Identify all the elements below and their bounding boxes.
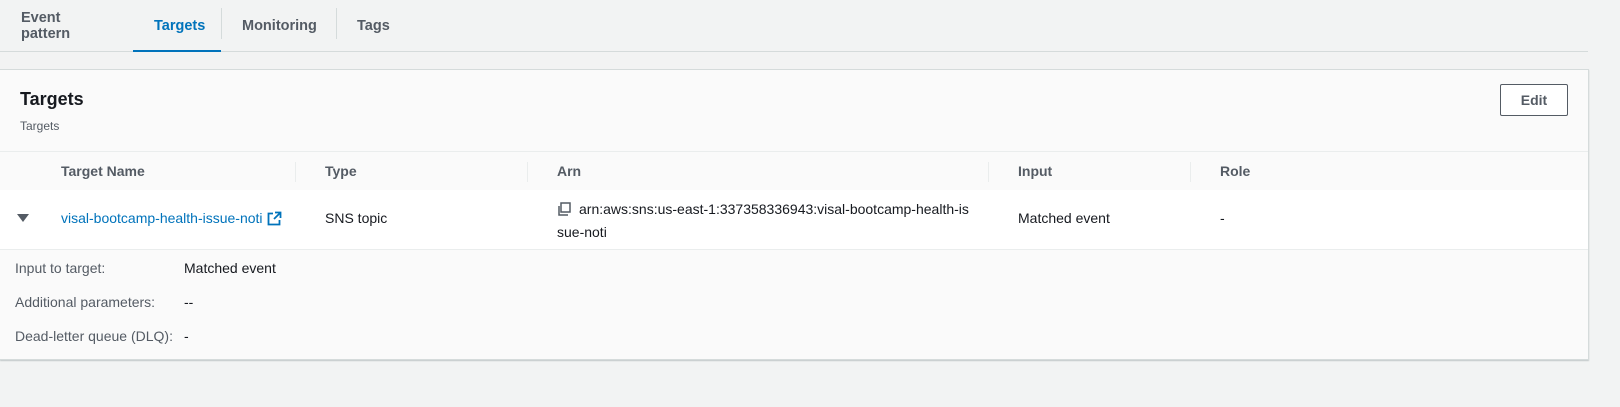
input-cell: Matched event — [1018, 210, 1110, 226]
detail-label: Additional parameters: — [15, 294, 156, 310]
type-cell: SNS topic — [325, 210, 388, 226]
panel-title: Targets — [20, 89, 84, 109]
arn-cell: arn:aws:sns:us-east-1:337358336943:visal… — [557, 199, 987, 243]
copy-icon[interactable] — [557, 201, 571, 222]
role-cell: - — [1220, 210, 1225, 226]
arn-value-line1: arn:aws:sns:us-east-1:337358336943:visal… — [579, 201, 969, 217]
column-header-type[interactable]: Type — [295, 152, 357, 190]
tab-bar: Event pattern Targets Monitoring Tags — [0, 0, 1588, 52]
column-header-arn[interactable]: Arn — [526, 152, 581, 190]
targets-panel: Targets Targets Edit Target Name Type Ar… — [0, 69, 1589, 360]
table-header: Target Name Type Arn Input Role — [0, 151, 1588, 191]
tab-monitoring[interactable]: Monitoring — [221, 0, 336, 51]
detail-value: Matched event — [184, 260, 276, 276]
tab-event-pattern[interactable]: Event pattern — [0, 0, 133, 51]
detail-value: -- — [184, 294, 194, 310]
panel-description: Targets — [20, 119, 60, 133]
detail-value: - — [184, 328, 189, 344]
column-header-role[interactable]: Role — [1189, 152, 1250, 190]
caret-down-icon[interactable] — [17, 214, 29, 222]
column-header-input[interactable]: Input — [987, 152, 1052, 190]
tab-tags[interactable]: Tags — [336, 0, 412, 51]
column-header-target-name[interactable]: Target Name — [61, 152, 145, 190]
target-name-link[interactable]: visal-bootcamp-health-issue-noti — [61, 210, 263, 226]
detail-label: Dead-letter queue (DLQ): — [15, 328, 173, 344]
target-name-cell: visal-bootcamp-health-issue-noti — [61, 210, 282, 229]
arn-value-line2: sue-noti — [557, 224, 607, 240]
tab-targets[interactable]: Targets — [133, 0, 221, 52]
edit-button[interactable]: Edit — [1500, 84, 1568, 116]
panel-header: Targets Targets — [20, 89, 84, 133]
external-link-icon[interactable] — [267, 211, 282, 229]
table-row: visal-bootcamp-health-issue-noti SNS top… — [0, 190, 1588, 250]
detail-label: Input to target: — [15, 260, 106, 276]
